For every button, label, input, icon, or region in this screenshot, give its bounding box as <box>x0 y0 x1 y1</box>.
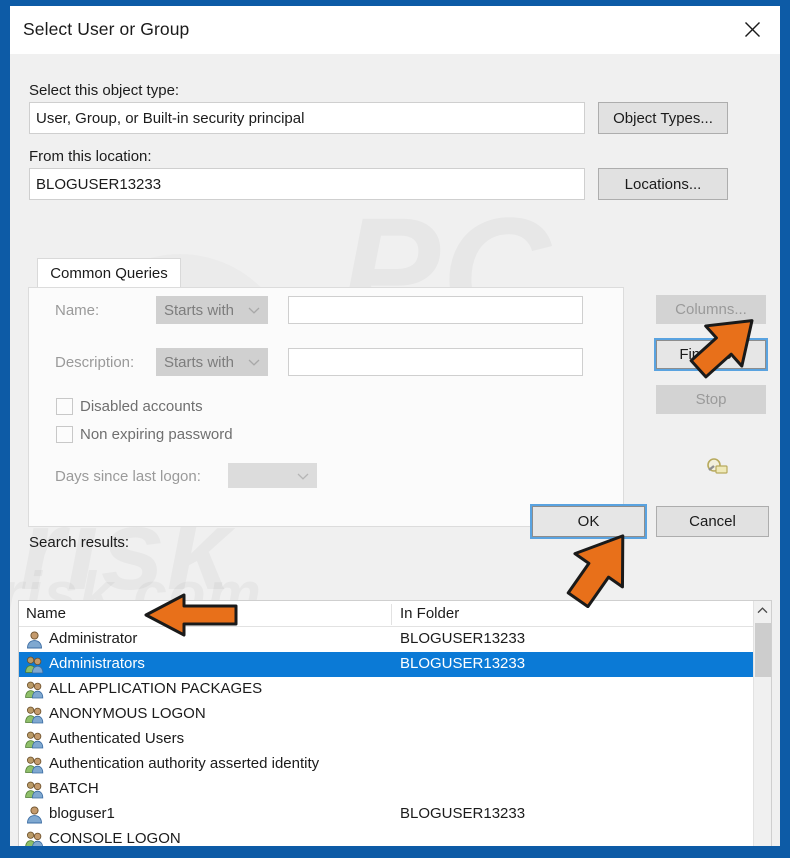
non-expiring-password-checkbox[interactable] <box>56 426 73 443</box>
description-input[interactable] <box>288 348 583 376</box>
user-icon <box>25 805 44 824</box>
group-icon <box>25 755 44 774</box>
table-row[interactable]: Administrator BLOGUSER13233 <box>19 627 754 652</box>
tab-common-queries[interactable]: Common Queries <box>37 258 181 288</box>
description-condition-value: Starts with <box>164 353 235 371</box>
row-name: Administrator <box>49 630 138 647</box>
table-row[interactable]: ANONYMOUS LOGON <box>19 702 754 727</box>
group-icon <box>25 680 44 699</box>
row-folder: BLOGUSER13233 <box>400 655 526 672</box>
location-input[interactable]: BLOGUSER13233 <box>29 168 585 200</box>
stop-button[interactable]: Stop <box>656 385 766 414</box>
row-folder: BLOGUSER13233 <box>400 630 526 647</box>
row-name: BATCH <box>49 780 99 797</box>
table-row[interactable]: Administrators BLOGUSER13233 <box>19 652 754 677</box>
table-row[interactable]: ALL APPLICATION PACKAGES <box>19 677 754 702</box>
description-label: Description: <box>55 354 135 371</box>
locations-button[interactable]: Locations... <box>598 168 728 200</box>
group-icon <box>25 780 44 799</box>
row-name: Authentication authority asserted identi… <box>49 755 320 772</box>
disabled-accounts-checkbox[interactable] <box>56 398 73 415</box>
name-label: Name: <box>55 302 100 319</box>
close-icon[interactable] <box>724 6 780 52</box>
days-since-logon-select[interactable] <box>228 463 317 488</box>
dialog-body: PC risk risk.com Select this object type… <box>10 54 780 846</box>
scrollbar-thumb[interactable] <box>755 623 771 677</box>
object-type-label: Select this object type: <box>29 82 180 99</box>
disabled-accounts-label: Disabled accounts <box>80 398 203 415</box>
tab-label: Common Queries <box>50 265 168 282</box>
cancel-button[interactable]: Cancel <box>656 506 769 537</box>
table-row[interactable]: CONSOLE LOGON <box>19 827 754 846</box>
row-name: ALL APPLICATION PACKAGES <box>49 680 263 697</box>
chevron-down-icon <box>248 302 260 319</box>
table-row[interactable]: BATCH <box>19 777 754 802</box>
row-name: Authenticated Users <box>49 730 185 747</box>
user-icon <box>25 630 44 649</box>
column-header-folder[interactable]: In Folder <box>400 605 459 622</box>
name-condition-value: Starts with <box>164 301 235 319</box>
table-row[interactable]: bloguser1 BLOGUSER13233 <box>19 802 754 827</box>
name-condition-select[interactable]: Starts with <box>156 296 268 324</box>
magnifier-icon <box>704 455 730 481</box>
chevron-down-icon <box>297 467 309 484</box>
column-header-name[interactable]: Name <box>26 605 66 622</box>
search-results-list: Name In Folder Administrator BLOGUSER1323… <box>18 600 772 846</box>
list-scrollbar[interactable] <box>753 601 771 846</box>
list-header: Name In Folder <box>19 601 771 627</box>
name-input[interactable] <box>288 296 583 324</box>
description-condition-select[interactable]: Starts with <box>156 348 268 376</box>
columns-button[interactable]: Columns... <box>656 295 766 324</box>
dialog-window: Select User or Group PC risk risk.com Se… <box>0 0 790 858</box>
title-bar: Select User or Group <box>10 6 780 54</box>
object-types-button[interactable]: Object Types... <box>598 102 728 134</box>
non-expiring-password-label: Non expiring password <box>80 426 233 443</box>
row-name: ANONYMOUS LOGON <box>49 705 206 722</box>
table-row[interactable]: Authentication authority asserted identi… <box>19 752 754 777</box>
row-name: Administrators <box>49 655 145 672</box>
group-icon <box>25 705 44 724</box>
search-results-label: Search results: <box>29 534 130 551</box>
ok-button[interactable]: OK <box>530 504 647 539</box>
chevron-up-icon[interactable] <box>754 601 771 619</box>
group-icon <box>25 730 44 749</box>
find-now-button[interactable]: Find Now <box>654 338 768 371</box>
row-folder: BLOGUSER13233 <box>400 805 526 822</box>
window-title: Select User or Group <box>23 19 190 39</box>
row-name: bloguser1 <box>49 805 115 822</box>
object-type-input[interactable]: User, Group, or Built-in security princi… <box>29 102 585 134</box>
group-icon <box>25 655 44 674</box>
chevron-down-icon <box>248 354 260 371</box>
days-since-logon-label: Days since last logon: <box>55 468 201 485</box>
table-row[interactable]: Authenticated Users <box>19 727 754 752</box>
group-icon <box>25 830 44 846</box>
list-rows: Administrator BLOGUSER13233 Administrators… <box>19 627 754 846</box>
location-label: From this location: <box>29 148 152 165</box>
row-name: CONSOLE LOGON <box>49 830 181 846</box>
window-frame: Select User or Group PC risk risk.com Se… <box>10 6 780 846</box>
